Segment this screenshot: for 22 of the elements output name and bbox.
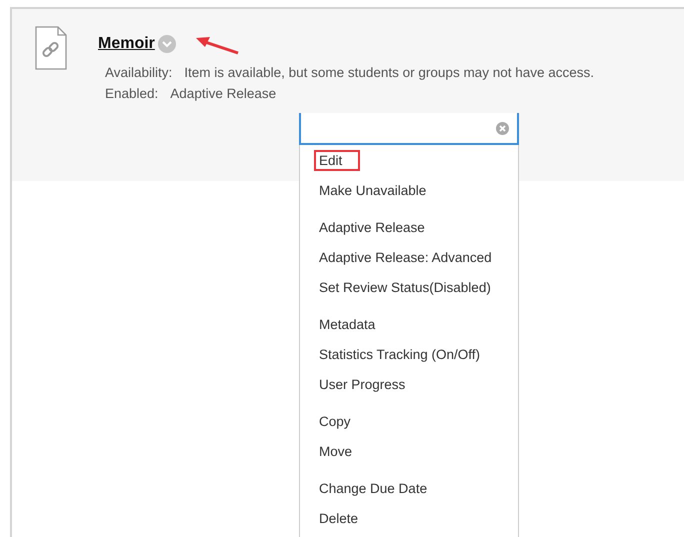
menu-item[interactable]: Adaptive Release [314,216,443,238]
file-link-icon [34,25,68,71]
menu-item[interactable]: Change Due Date [314,478,446,498]
detail-label: Availability: [105,65,172,80]
menu-item[interactable]: Make Unavailable [314,180,444,200]
menu-item[interactable]: Edit [314,150,360,170]
detail-label: Enabled: [105,86,158,101]
detail-value: Item is available, but some students or groups may not have access. [184,65,594,80]
arrow-icon [194,35,240,55]
item-title-link[interactable]: Memoir [98,35,155,53]
clear-icon[interactable] [496,122,509,134]
menu-item[interactable]: Move [314,440,370,462]
menu-item[interactable]: Set Review Status(Disabled) [314,276,509,298]
menu-item[interactable]: Delete [314,508,376,528]
chevron-down-icon[interactable] [158,35,176,53]
menu-item[interactable]: User Progress [314,374,424,394]
detail-value: Adaptive Release [170,86,276,101]
menu-item[interactable]: Metadata [314,314,394,334]
menu-item[interactable]: Copy [314,410,369,432]
menu-item[interactable]: Adaptive Release: Advanced [314,246,510,268]
menu-item[interactable]: Statistics Tracking (On/Off) [314,344,498,364]
search-field[interactable] [299,113,519,145]
